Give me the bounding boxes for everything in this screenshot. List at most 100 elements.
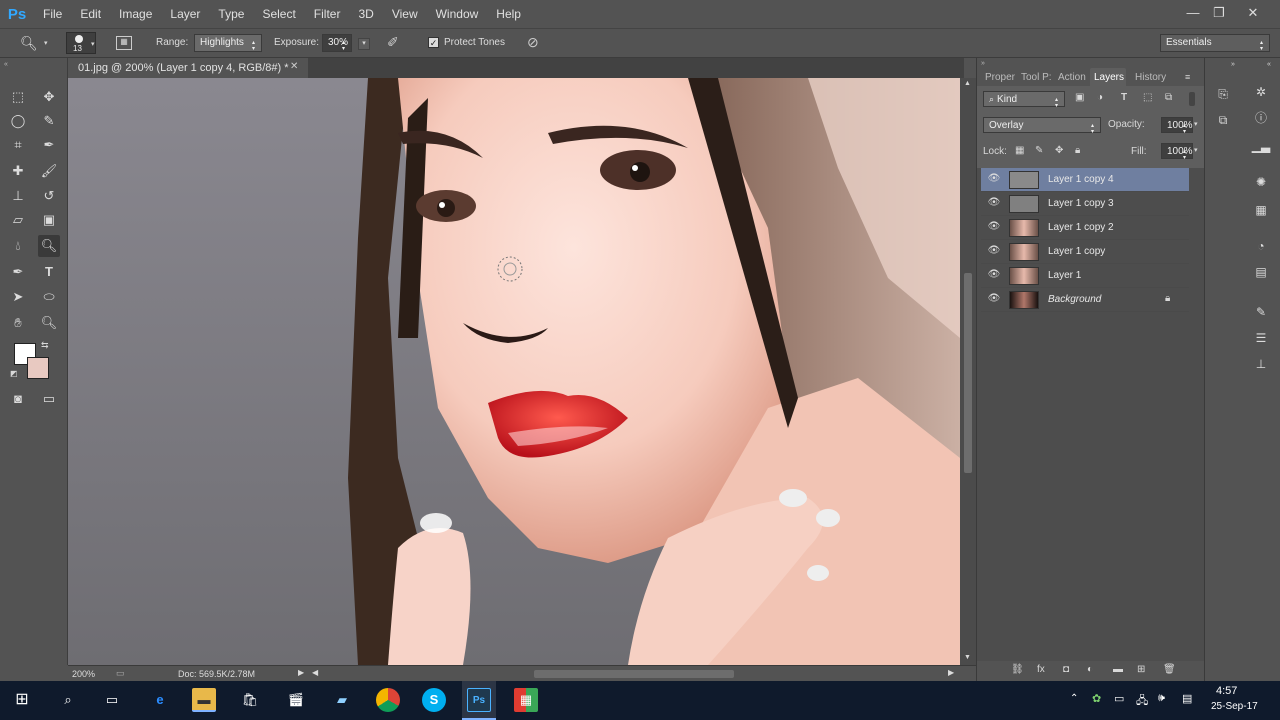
adjustments-panel-icon[interactable]: ✺ xyxy=(1251,172,1271,192)
tray-app-icon[interactable]: ✿ xyxy=(1092,692,1101,705)
scroll-down-icon[interactable]: ▼ xyxy=(964,654,971,661)
dodge-tool-icon[interactable]: 🔍︎ xyxy=(20,35,38,52)
search-icon[interactable]: ⌕ xyxy=(56,688,80,712)
crop-tool-icon[interactable]: ⌗ xyxy=(7,134,29,156)
lock-position-icon[interactable]: ✥ xyxy=(1055,145,1063,156)
collapse-strip-icon[interactable]: » xyxy=(1231,61,1235,68)
clone-stamp-tool-icon[interactable]: ⊥ xyxy=(7,185,29,207)
chrome-icon[interactable] xyxy=(376,688,400,712)
quick-mask-icon[interactable]: ◙ xyxy=(7,388,29,410)
visibility-eye-icon[interactable]: 👁︎ xyxy=(987,173,1001,185)
lock-image-icon[interactable]: ✎ xyxy=(1035,145,1043,156)
tab-properties[interactable]: Proper xyxy=(985,72,1015,83)
delete-layer-icon[interactable]: 🗑︎ xyxy=(1163,664,1176,675)
menu-window[interactable]: Window xyxy=(427,0,488,28)
eyedropper-tool-icon[interactable]: ✒ xyxy=(38,134,60,156)
tab-tool-presets[interactable]: Tool P: xyxy=(1021,72,1052,83)
app-grid-icon[interactable]: ▦ xyxy=(514,688,538,712)
filter-shape-icon[interactable]: ⬚ xyxy=(1143,92,1152,103)
new-group-icon[interactable]: ▬ xyxy=(1113,664,1123,675)
history-panel-icon[interactable]: ⎘ xyxy=(1213,84,1233,104)
visibility-eye-icon[interactable]: 👁︎ xyxy=(987,221,1001,233)
brush-panel-icon[interactable]: ✎ xyxy=(1251,302,1271,322)
visibility-eye-icon[interactable]: 👁︎ xyxy=(987,245,1001,257)
close-icon[interactable]: ✕ xyxy=(1240,2,1266,24)
default-colors-icon[interactable]: ◩ xyxy=(10,369,18,378)
navigator-panel-icon[interactable]: ▤ xyxy=(1251,262,1271,282)
swatches-panel-icon[interactable]: ▦ xyxy=(1251,200,1271,220)
protect-tones-checkbox[interactable]: ✓ xyxy=(428,37,439,48)
pen-tool-icon[interactable]: ✒ xyxy=(7,261,29,283)
background-color-swatch[interactable] xyxy=(27,357,49,379)
network-icon[interactable]: 🖧︎ xyxy=(1136,692,1148,711)
clock-time[interactable]: 4:57 xyxy=(1216,685,1237,697)
brush-panel-icon[interactable]: ▦ xyxy=(116,36,132,50)
quick-selection-tool-icon[interactable]: ✎ xyxy=(38,110,60,132)
scroll-right-icon[interactable]: ▶ xyxy=(948,668,954,677)
notifications-icon[interactable]: ▤ xyxy=(1182,692,1192,705)
visibility-eye-icon[interactable]: 👁︎ xyxy=(987,293,1001,305)
add-mask-icon[interactable]: ◘ xyxy=(1063,664,1069,675)
menu-image[interactable]: Image xyxy=(110,0,161,28)
layer-row[interactable]: 👁︎ Layer 1 copy 4 xyxy=(981,168,1189,192)
lasso-tool-icon[interactable]: ◯ xyxy=(7,110,29,132)
edge-browser-icon[interactable]: e xyxy=(148,688,172,712)
menu-help[interactable]: Help xyxy=(487,0,530,28)
healing-brush-tool-icon[interactable]: ✚ xyxy=(7,160,29,182)
document-canvas[interactable] xyxy=(68,78,960,665)
pressure-size-icon[interactable]: ⊘ xyxy=(527,34,539,51)
gradient-tool-icon[interactable]: ▣ xyxy=(38,209,60,231)
notepad-icon[interactable]: ▰ xyxy=(330,688,354,712)
filter-pixel-icon[interactable]: ▣ xyxy=(1075,92,1084,103)
opacity-dropdown-icon[interactable]: ▾ xyxy=(1194,120,1198,128)
clock-date[interactable]: 25-Sep-17 xyxy=(1211,701,1258,712)
menu-filter[interactable]: Filter xyxy=(305,0,350,28)
hand-tool-icon[interactable]: ✋︎ xyxy=(7,312,29,334)
fill-dropdown-icon[interactable]: ▾ xyxy=(1194,146,1198,154)
visibility-eye-icon[interactable]: 👁︎ xyxy=(987,269,1001,281)
opacity-input[interactable]: 100% xyxy=(1161,117,1193,134)
tab-layers[interactable]: Layers xyxy=(1094,72,1124,83)
movie-maker-icon[interactable]: 🎬︎ xyxy=(284,688,308,712)
ellipse-tool-icon[interactable]: ⬭ xyxy=(38,286,60,308)
tab-history[interactable]: History xyxy=(1135,72,1166,83)
file-explorer-icon[interactable]: ▬ xyxy=(192,688,216,712)
menu-layer[interactable]: Layer xyxy=(161,0,209,28)
panel-menu-icon[interactable]: ≡ xyxy=(1185,72,1190,82)
menu-edit[interactable]: Edit xyxy=(71,0,110,28)
exposure-input[interactable]: 30% xyxy=(322,34,352,52)
clone-source-panel-icon[interactable]: ⊥ xyxy=(1251,354,1271,374)
info-panel-icon[interactable]: ⓘ xyxy=(1251,108,1271,128)
vertical-scroll-thumb[interactable] xyxy=(964,273,972,473)
status-menu-arrow-icon[interactable]: ▶ xyxy=(298,668,304,677)
battery-icon[interactable]: ▭ xyxy=(1114,692,1124,705)
expand-strip-icon[interactable]: « xyxy=(1267,61,1271,68)
filter-adjustment-icon[interactable]: ◑ xyxy=(1097,92,1103,103)
collapse-panel-icon[interactable]: » xyxy=(981,60,985,67)
minimize-icon[interactable]: — xyxy=(1180,2,1206,24)
task-view-icon[interactable]: ▭ xyxy=(100,688,124,712)
paragraph-panel-icon[interactable]: ☰ xyxy=(1251,328,1271,348)
character-panel-icon[interactable]: ⧉ xyxy=(1213,110,1233,130)
volume-icon[interactable]: 🕪︎ xyxy=(1158,692,1165,705)
dodge-tool-active-icon[interactable]: 🔍︎ xyxy=(38,235,60,257)
skype-icon[interactable]: S xyxy=(422,688,446,712)
swap-colors-icon[interactable]: ⇆ xyxy=(41,340,49,351)
new-layer-icon[interactable]: ⊞ xyxy=(1137,664,1145,675)
visibility-eye-icon[interactable]: 👁︎ xyxy=(987,197,1001,209)
range-select[interactable]: Highlights xyxy=(194,34,262,52)
link-layers-icon[interactable]: ⛓︎ xyxy=(1011,664,1024,675)
horizontal-scroll-thumb[interactable] xyxy=(534,670,734,678)
path-selection-tool-icon[interactable]: ➤ xyxy=(7,286,29,308)
restore-icon[interactable]: ❐ xyxy=(1206,2,1232,24)
layer-row[interactable]: 👁︎ Background 🔒︎ xyxy=(981,288,1189,312)
type-tool-icon[interactable]: T xyxy=(38,261,60,283)
menu-file[interactable]: File xyxy=(34,0,71,28)
layer-style-fx-icon[interactable]: fx xyxy=(1037,664,1045,675)
close-document-icon[interactable]: ✕ xyxy=(290,61,298,72)
layer-row[interactable]: 👁︎ Layer 1 copy 3 xyxy=(981,192,1189,216)
move-tool-icon[interactable]: ✥ xyxy=(38,86,60,108)
menu-select[interactable]: Select xyxy=(253,0,304,28)
tab-actions[interactable]: Action xyxy=(1058,72,1086,83)
airbrush-icon[interactable]: ✐ xyxy=(387,34,399,51)
